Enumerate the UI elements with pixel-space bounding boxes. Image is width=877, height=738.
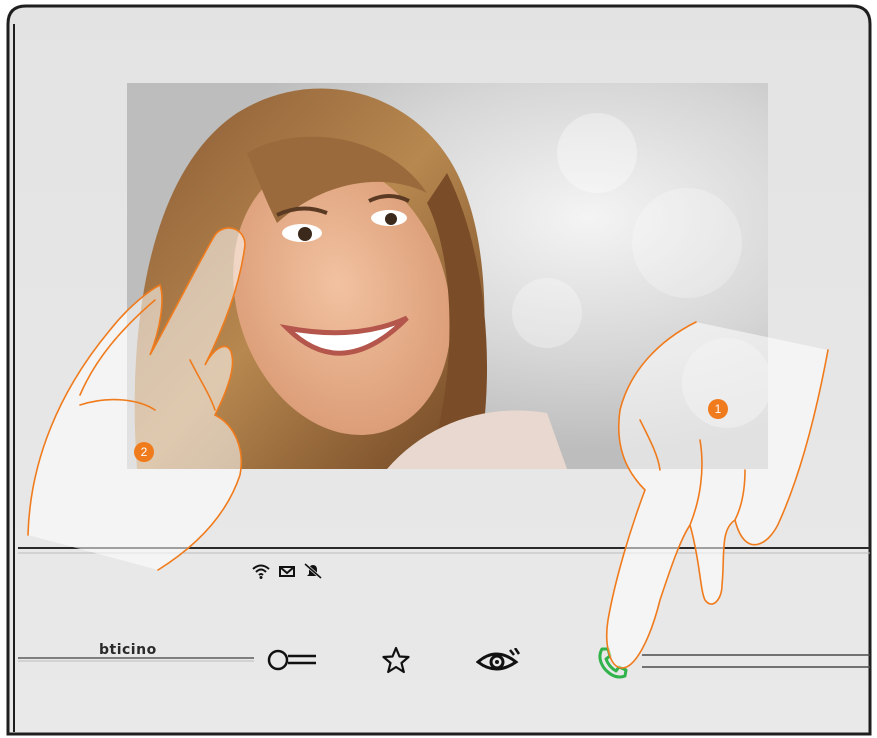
favourite-button[interactable]: [382, 646, 410, 679]
caller-video-image: [127, 83, 768, 469]
callout-step-2: 2: [134, 442, 154, 462]
mail-icon: [278, 563, 296, 579]
answer-button[interactable]: [596, 646, 628, 685]
video-screen[interactable]: [127, 83, 768, 469]
camera-cycle-button[interactable]: [475, 647, 522, 679]
callout-step-1: 1: [708, 399, 728, 419]
brand-logo: bticino: [99, 642, 157, 658]
star-icon: [382, 646, 410, 674]
video-intercom-device: bticino: [4, 4, 874, 736]
eye-icon: [475, 647, 521, 671]
muted-bell-icon: [304, 562, 322, 580]
wifi-icon: [252, 563, 270, 579]
door-lock-button[interactable]: [266, 647, 318, 678]
key-icon: [267, 649, 316, 671]
status-icons: [252, 562, 322, 580]
phone-icon: [598, 647, 628, 679]
